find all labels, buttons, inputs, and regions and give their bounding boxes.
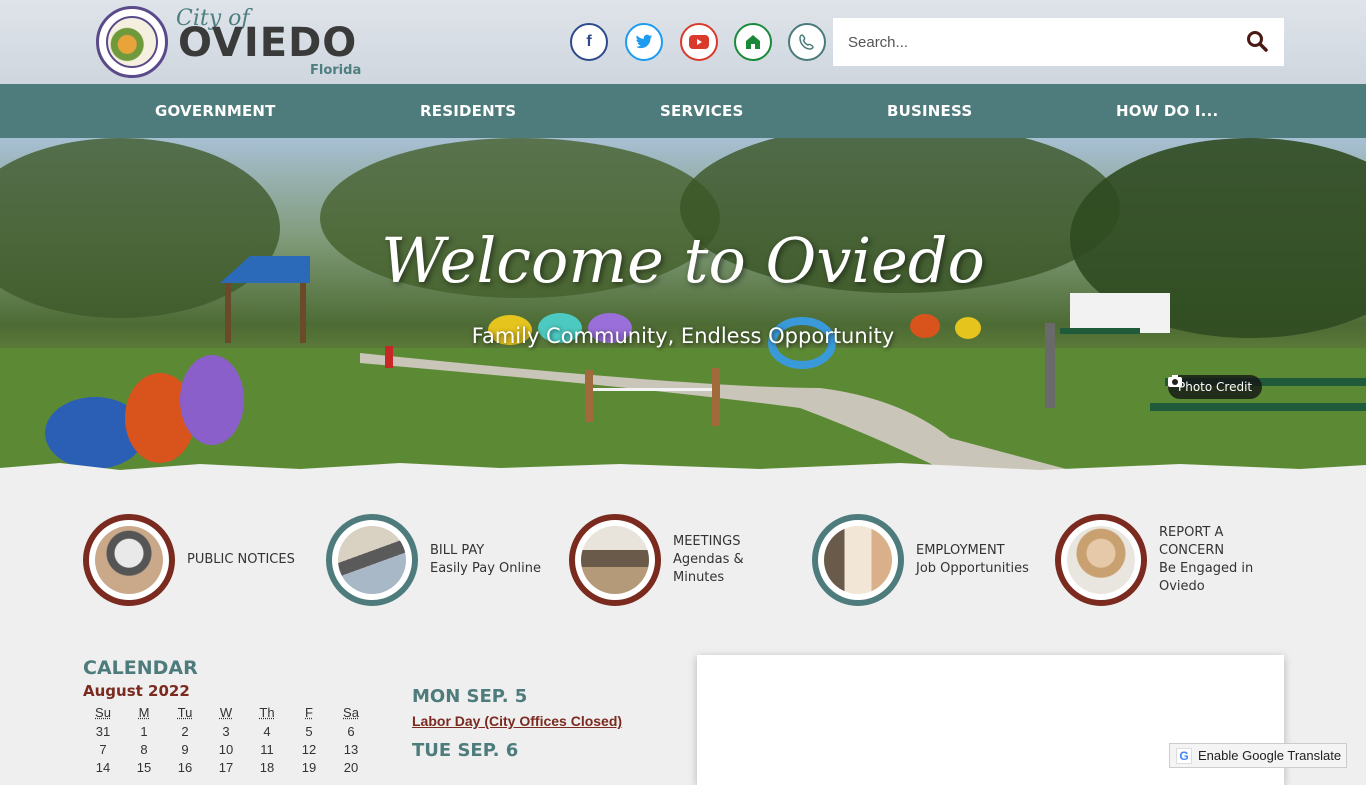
nav-government[interactable]: GOVERNMENT — [155, 84, 276, 138]
camera-icon — [1168, 375, 1182, 387]
calendar-date[interactable]: 31 — [83, 724, 123, 739]
nav-services[interactable]: SERVICES — [660, 84, 743, 138]
facebook-icon[interactable]: f — [570, 23, 608, 61]
hero-photo — [0, 138, 1366, 478]
twitter-icon[interactable] — [625, 23, 663, 61]
calendar-month: August 2022 — [83, 682, 190, 700]
phone-icon[interactable] — [788, 23, 826, 61]
calendar-day-header: F — [289, 705, 329, 720]
calendar-date[interactable]: 5 — [289, 724, 329, 739]
quick-link-title: EMPLOYMENT — [916, 542, 1005, 560]
calendar-day-header: Th — [247, 705, 287, 720]
search-box — [833, 18, 1284, 66]
calendar-day-header: Sa — [331, 705, 371, 720]
search-icon[interactable] — [1246, 30, 1270, 54]
hero-subtitle: Family Community, Endless Opportunity — [0, 324, 1366, 348]
quick-link-meetings[interactable]: MEETINGS Agendas & Minutes — [569, 514, 799, 606]
calendar-date[interactable]: 11 — [247, 742, 287, 757]
calendar-date[interactable]: 8 — [124, 742, 164, 757]
quick-link-title: BILL PAY — [430, 542, 484, 560]
quick-link-image — [326, 514, 418, 606]
calendar-day-header: Tu — [165, 705, 205, 720]
quick-link-subtitle: Be Engaged in Oviedo — [1159, 560, 1269, 596]
city-logo[interactable]: City of OVIEDO Florida — [96, 6, 366, 80]
logo-state: Florida — [310, 63, 361, 78]
google-icon: G — [1176, 748, 1192, 764]
nav-how-do-i[interactable]: HOW DO I... — [1116, 84, 1218, 138]
photo-credit-button[interactable]: Photo Credit — [1168, 375, 1262, 399]
nav-residents[interactable]: RESIDENTS — [420, 84, 516, 138]
hero-banner: Welcome to Oviedo Family Community, Endl… — [0, 138, 1366, 478]
translate-label: Enable Google Translate — [1198, 748, 1341, 763]
calendar-date[interactable]: 3 — [206, 724, 246, 739]
calendar-date[interactable]: 7 — [83, 742, 123, 757]
calendar-day-header: M — [124, 705, 164, 720]
quick-link-subtitle: Job Opportunities — [916, 560, 1029, 578]
calendar-date[interactable]: 6 — [331, 724, 371, 739]
calendar-title: CALENDAR — [83, 657, 198, 679]
event-link[interactable]: Labor Day (City Offices Closed) — [412, 713, 622, 729]
photo-credit-label: Photo Credit — [1178, 375, 1252, 399]
calendar-date[interactable]: 9 — [165, 742, 205, 757]
quick-link-image — [83, 514, 175, 606]
site-header: City of OVIEDO Florida f — [0, 0, 1366, 84]
quick-link-subtitle: Agendas & Minutes — [673, 551, 763, 587]
calendar-day-header: W — [206, 705, 246, 720]
quick-link-bill-pay[interactable]: BILL PAY Easily Pay Online — [326, 514, 556, 606]
quick-link-report-concern[interactable]: REPORT A CONCERN Be Engaged in Oviedo — [1055, 514, 1285, 606]
calendar-date[interactable]: 4 — [247, 724, 287, 739]
logo-city-name: OVIEDO — [178, 20, 357, 66]
event-day-heading: TUE SEP. 6 — [412, 740, 518, 761]
quick-link-public-notices[interactable]: PUBLIC NOTICES — [83, 514, 313, 606]
quick-link-image — [569, 514, 661, 606]
calendar-date[interactable]: 2 — [165, 724, 205, 739]
quick-link-title: REPORT A CONCERN — [1159, 524, 1269, 560]
quick-link-subtitle: Easily Pay Online — [430, 560, 541, 578]
city-seal-icon — [96, 6, 168, 78]
calendar-date[interactable]: 12 — [289, 742, 329, 757]
quick-link-employment[interactable]: EMPLOYMENT Job Opportunities — [812, 514, 1042, 606]
youtube-icon[interactable] — [680, 23, 718, 61]
quick-link-image — [1055, 514, 1147, 606]
quick-link-title: PUBLIC NOTICES — [187, 551, 295, 569]
calendar-day-header: Su — [83, 705, 123, 720]
calendar-date[interactable]: 1 — [124, 724, 164, 739]
calendar-date[interactable]: 13 — [331, 742, 371, 757]
hero-title: Welcome to Oviedo — [0, 224, 1366, 297]
quick-link-image — [812, 514, 904, 606]
search-input[interactable] — [833, 19, 1233, 65]
nextdoor-icon[interactable] — [734, 23, 772, 61]
google-translate-button[interactable]: G Enable Google Translate — [1169, 743, 1347, 768]
calendar-date[interactable]: 10 — [206, 742, 246, 757]
main-nav: GOVERNMENT RESIDENTS SERVICES BUSINESS H… — [0, 84, 1366, 138]
quick-link-title: MEETINGS — [673, 533, 740, 551]
event-day-heading: MON SEP. 5 — [412, 686, 527, 707]
nav-business[interactable]: BUSINESS — [887, 84, 972, 138]
